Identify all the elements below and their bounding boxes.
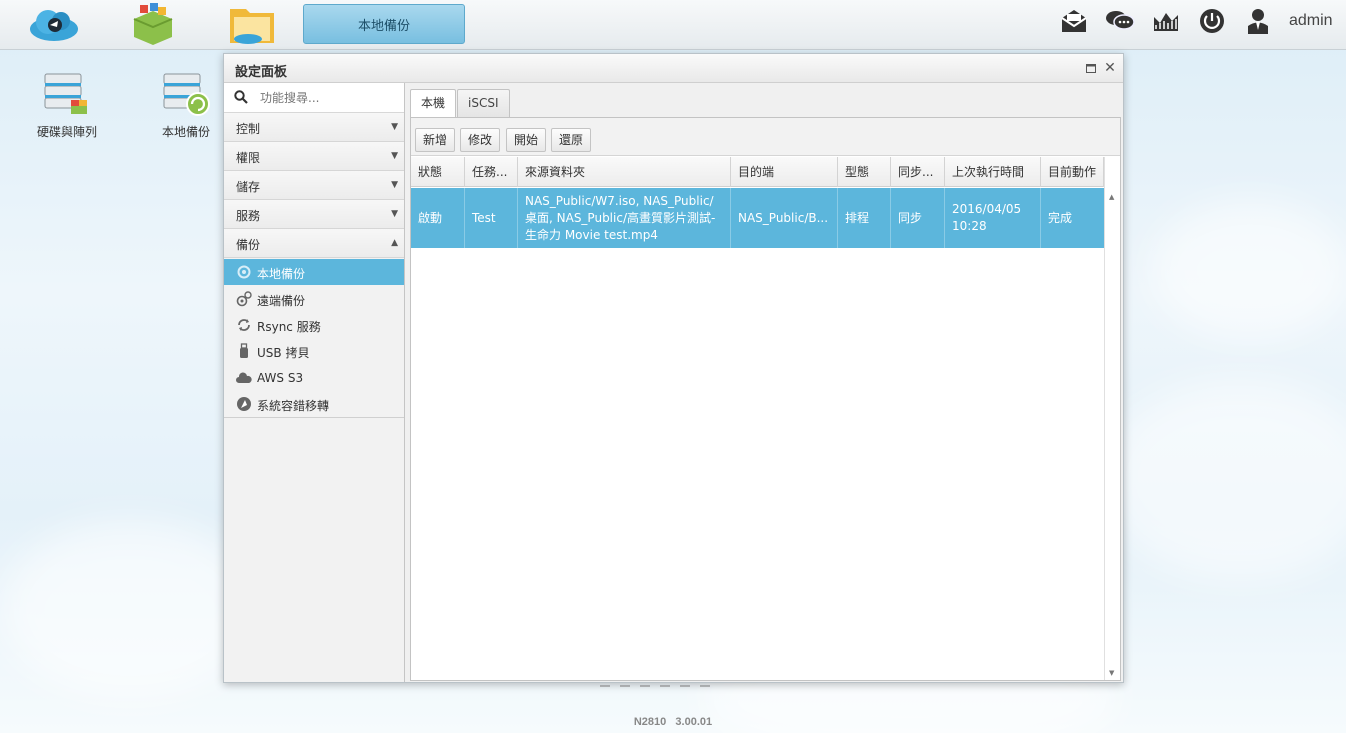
- chevron-down-icon: ▼: [391, 151, 398, 161]
- column-header-type[interactable]: 型態: [838, 157, 891, 187]
- settings-content: 本機 iSCSI 新增 修改 開始 還原 狀態 任務... 來源資料夾 目的端 …: [407, 83, 1123, 682]
- username-label[interactable]: admin: [1289, 12, 1333, 30]
- column-header-task[interactable]: 任務...: [465, 157, 518, 187]
- search-input[interactable]: [260, 88, 398, 108]
- cell-sync: 同步: [891, 188, 945, 248]
- sidebar-divider: [224, 417, 404, 418]
- power-icon[interactable]: [1196, 5, 1228, 37]
- table-scrollbar[interactable]: ▲ ▼: [1104, 157, 1120, 680]
- column-header-destination[interactable]: 目的端: [731, 157, 838, 187]
- desktop-icon-local-backup[interactable]: 本地備份: [141, 72, 231, 140]
- local-backup-panel: 新增 修改 開始 還原 狀態 任務... 來源資料夾 目的端 型態 同步... …: [410, 117, 1121, 681]
- tab-local[interactable]: 本機: [410, 89, 457, 119]
- table-row[interactable]: 啟動 Test NAS_Public/W7.iso, NAS_Public/桌面…: [411, 188, 1104, 248]
- column-header-sync[interactable]: 同步...: [891, 157, 945, 187]
- scroll-down-icon[interactable]: ▼: [1109, 669, 1114, 677]
- window-title: 設定面板: [235, 65, 288, 80]
- disk-array-icon: [44, 73, 87, 114]
- cell-task: Test: [465, 188, 518, 248]
- search-icon: [234, 90, 248, 107]
- table-header: 狀態 任務... 來源資料夾 目的端 型態 同步... 上次執行時間 目前動作: [411, 157, 1104, 187]
- settings-window: 設定面板 ✕ 控制 ▼ 權限 ▼ 儲存 ▼ 服務 ▼ 備份: [223, 53, 1124, 683]
- sidebar-item-label: USB 拷貝: [257, 346, 310, 360]
- sidebar-category-backup[interactable]: 備份 ▲: [224, 229, 404, 258]
- maximize-icon[interactable]: [1083, 60, 1099, 76]
- sidebar-item-usb-copy[interactable]: USB 拷貝: [224, 338, 404, 364]
- app-center-icon[interactable]: [125, 2, 181, 46]
- file-manager-icon[interactable]: [224, 2, 280, 46]
- chevron-down-icon: ▼: [391, 209, 398, 219]
- task-button-local-backup[interactable]: 本地備份: [303, 4, 465, 44]
- cell-current-action: 完成: [1048, 210, 1073, 225]
- sidebar-item-label: 遠端備份: [257, 294, 306, 308]
- cell-last-run: 2016/04/05 10:28: [945, 188, 1041, 248]
- sidebar-category-storage[interactable]: 儲存 ▼: [224, 171, 404, 200]
- sidebar-item-label: Rsync 服務: [257, 320, 321, 334]
- category-label: 服務: [236, 209, 261, 223]
- sidebar-item-failover[interactable]: 系統容錯移轉: [224, 391, 404, 417]
- chevron-down-icon: ▼: [391, 122, 398, 132]
- backup-toolbar: 新增 修改 開始 還原: [411, 118, 1120, 156]
- local-backup-icon: [236, 264, 252, 280]
- cloud-icon: [236, 370, 252, 386]
- taskbar: 本地備份 admin: [0, 0, 1346, 50]
- edit-button[interactable]: 修改: [460, 128, 501, 152]
- firmware-version: N2810 3.00.01: [633, 716, 713, 728]
- scroll-up-icon[interactable]: ▲: [1109, 193, 1114, 201]
- sidebar-category-control[interactable]: 控制 ▼: [224, 113, 404, 142]
- sidebar-category-service[interactable]: 服務 ▼: [224, 200, 404, 229]
- cloud-app-icon[interactable]: [26, 2, 82, 46]
- sidebar-item-label: 本地備份: [257, 267, 306, 281]
- desktop-icon-disk-array[interactable]: 硬碟與陣列: [22, 72, 112, 140]
- desktop-icon-label: 硬碟與陣列: [36, 125, 97, 139]
- column-header-last-run[interactable]: 上次執行時間: [945, 157, 1041, 187]
- column-header-status[interactable]: 狀態: [411, 157, 465, 187]
- cell-destination: NAS_Public/B...: [731, 188, 838, 248]
- cell-type: 排程: [838, 188, 891, 248]
- tab-iscsi[interactable]: iSCSI: [457, 89, 510, 118]
- category-label: 權限: [236, 151, 261, 165]
- desktop-icon-label: 本地備份: [161, 125, 210, 139]
- local-backup-icon: [163, 73, 210, 116]
- sidebar-category-privilege[interactable]: 權限 ▼: [224, 142, 404, 171]
- start-button[interactable]: 開始: [506, 128, 547, 152]
- close-icon[interactable]: ✕: [1102, 60, 1118, 76]
- window-titlebar[interactable]: 設定面板 ✕: [224, 54, 1123, 83]
- mail-icon[interactable]: [1058, 5, 1090, 37]
- chevron-up-icon: ▲: [391, 238, 398, 248]
- chevron-down-icon: ▼: [391, 180, 398, 190]
- category-label: 備份: [236, 238, 261, 252]
- function-search: [224, 83, 404, 113]
- sidebar-item-label: 系統容錯移轉: [257, 399, 330, 413]
- category-label: 儲存: [236, 180, 261, 194]
- sidebar-item-rsync[interactable]: Rsync 服務: [224, 312, 404, 338]
- column-header-source[interactable]: 來源資料夾: [518, 157, 731, 187]
- sidebar-item-remote-backup[interactable]: 遠端備份: [224, 286, 404, 312]
- failover-icon: [236, 396, 252, 412]
- usb-icon: [236, 343, 252, 359]
- remote-backup-icon: [236, 291, 252, 307]
- sidebar-item-label: AWS S3: [257, 371, 304, 385]
- chat-icon[interactable]: [1104, 5, 1136, 37]
- cell-status: 啟動: [411, 188, 465, 248]
- sidebar-item-aws-s3[interactable]: AWS S3: [224, 365, 404, 391]
- user-icon[interactable]: [1242, 5, 1274, 37]
- rsync-icon: [236, 317, 252, 333]
- cell-source: NAS_Public/W7.iso, NAS_Public/桌面, NAS_Pu…: [518, 188, 731, 248]
- sidebar-item-local-backup[interactable]: 本地備份: [224, 259, 404, 285]
- settings-sidebar: 控制 ▼ 權限 ▼ 儲存 ▼ 服務 ▼ 備份 ▲ 本地備份: [224, 83, 405, 682]
- add-button[interactable]: 新增: [415, 128, 456, 152]
- column-header-current-action[interactable]: 目前動作: [1041, 157, 1104, 187]
- category-label: 控制: [236, 122, 261, 136]
- restore-button[interactable]: 還原: [551, 128, 592, 152]
- resource-monitor-icon[interactable]: [1150, 5, 1182, 37]
